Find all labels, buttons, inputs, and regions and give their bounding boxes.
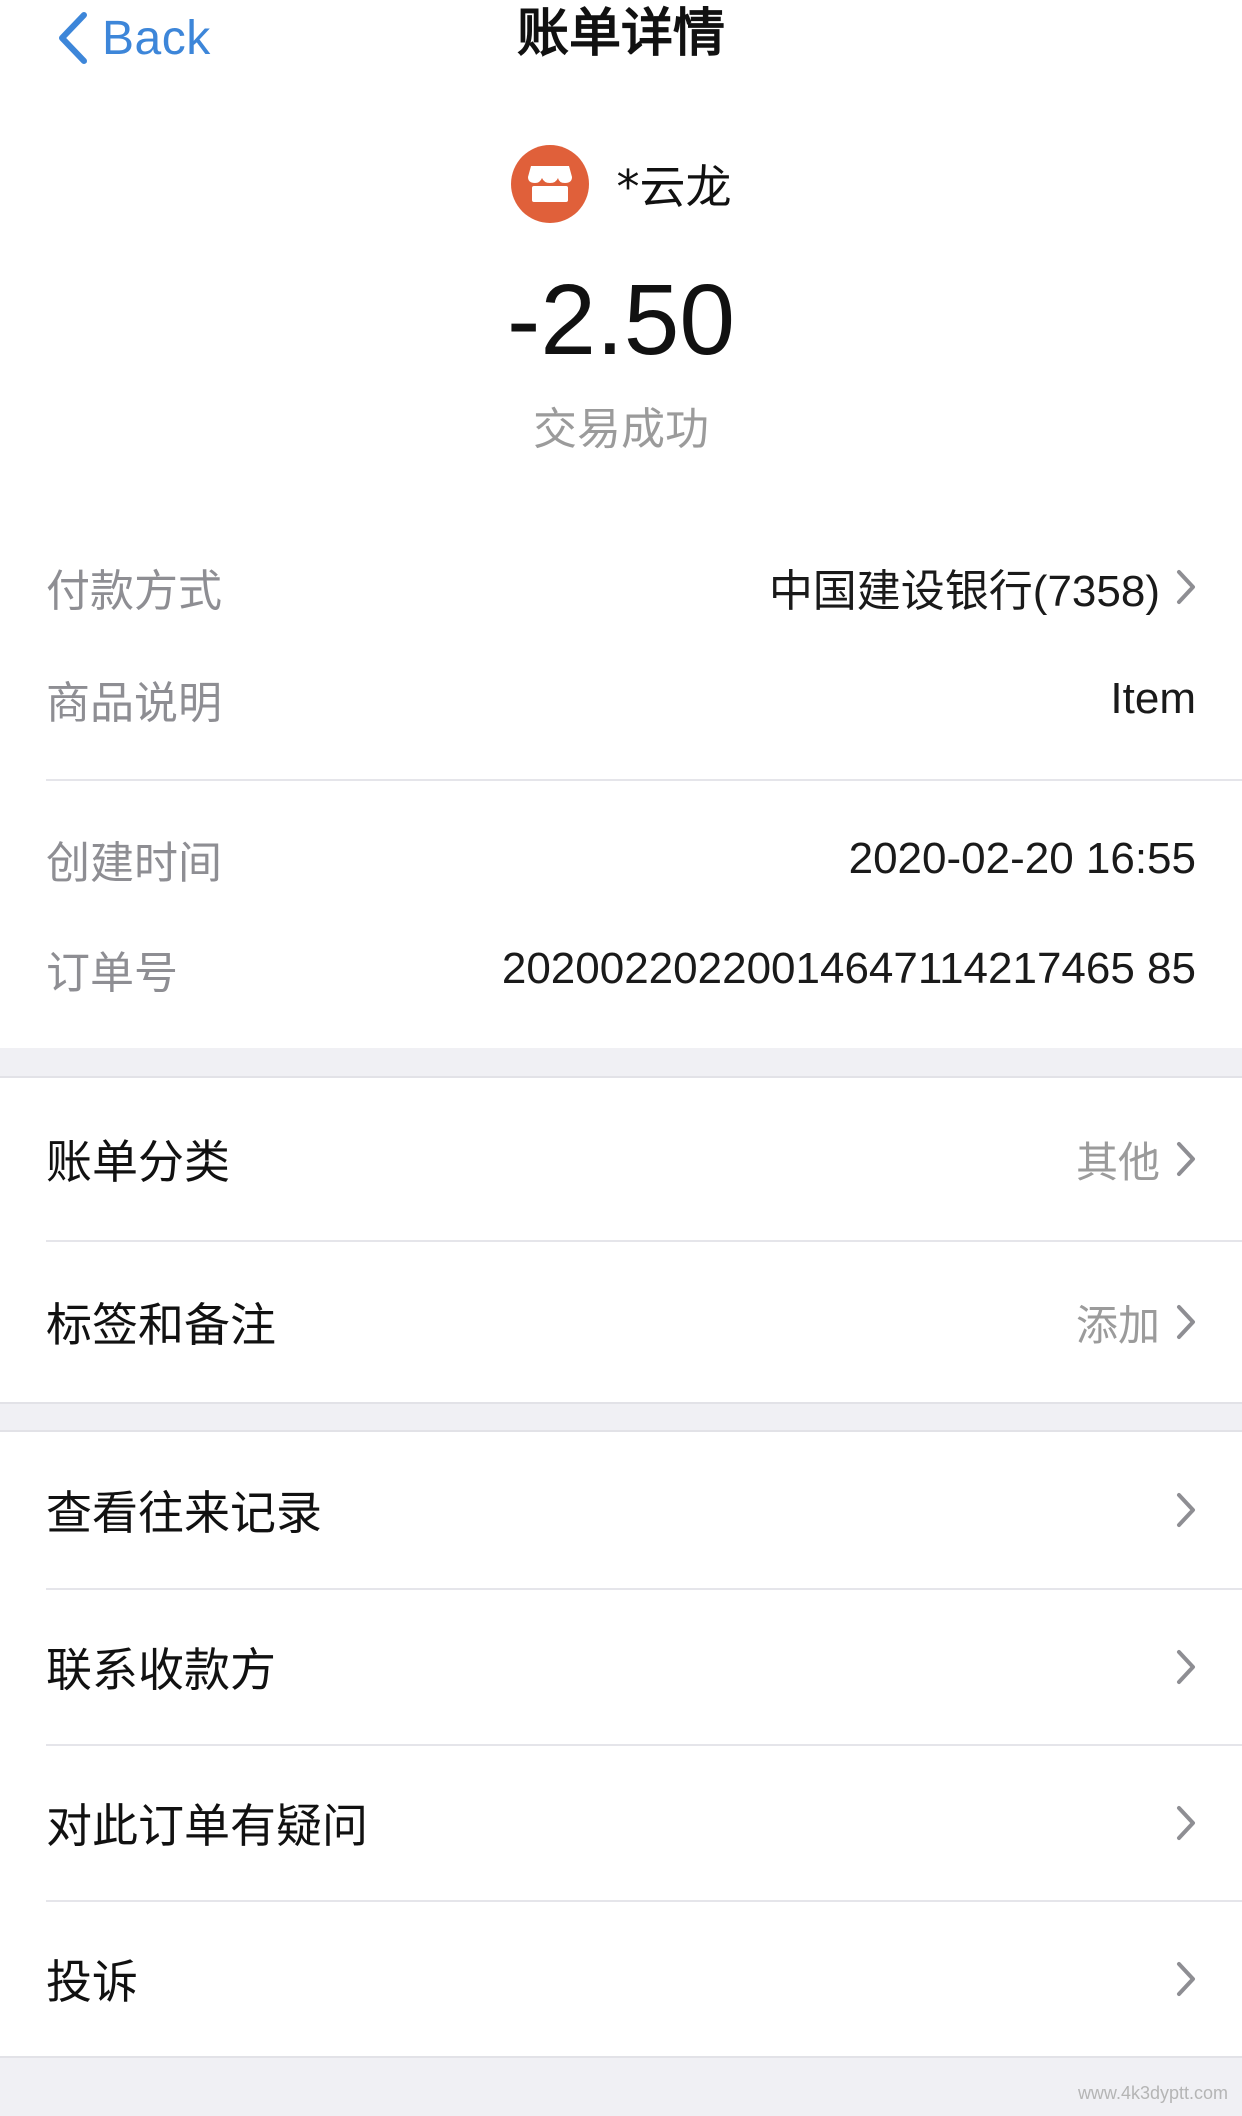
merchant-info: *云龙 <box>0 145 1242 223</box>
watermark: www.4k3dyptt.com <box>1077 2083 1228 2103</box>
tags-notes-cell[interactable]: 标签和备注 添加 <box>46 1242 1196 1402</box>
actions-section: 查看往来记录 联系收款方 对此订单有疑问 投诉 <box>0 1430 1242 2058</box>
item-description-value: Item <box>1110 674 1196 723</box>
page-title: 账单详情 <box>516 4 725 64</box>
complaint-label: 投诉 <box>46 1955 138 2009</box>
chevron-right-icon <box>1177 1493 1195 1527</box>
chevron-right-icon <box>1177 1962 1195 1996</box>
order-number-value: 20200220220014647114217465 85 <box>501 944 1196 993</box>
chevron-right-icon <box>1177 1806 1195 1840</box>
bill-category-cell[interactable]: 账单分类 其他 <box>46 1078 1196 1240</box>
tags-notes-label: 标签和备注 <box>46 1298 276 1352</box>
chevron-right-icon <box>1177 1650 1195 1684</box>
bill-header-panel: Back 账单详情 *云龙 -2.50 交易成功 付款方式 中国建设银行(735… <box>0 0 1242 1048</box>
created-time-label: 创建时间 <box>46 838 222 889</box>
bill-category-value: 其他 <box>1075 1137 1160 1187</box>
complaint-cell[interactable]: 投诉 <box>46 1902 1196 2056</box>
contact-payee-label: 联系收款方 <box>46 1643 276 1697</box>
chevron-right-icon <box>1177 1305 1195 1339</box>
item-description-row: 商品说明 Item <box>46 664 1196 734</box>
store-icon <box>510 145 589 223</box>
tags-notes-value: 添加 <box>1075 1300 1160 1350</box>
bill-category-label: 账单分类 <box>46 1135 230 1189</box>
transaction-amount: -2.50 <box>507 264 735 376</box>
transaction-status: 交易成功 <box>533 404 709 455</box>
item-description-label: 商品说明 <box>46 678 222 729</box>
order-number-label: 订单号 <box>46 948 178 999</box>
bill-settings-section: 账单分类 其他 标签和备注 添加 <box>0 1076 1242 1404</box>
order-question-cell[interactable]: 对此订单有疑问 <box>46 1746 1196 1900</box>
created-time-value: 2020-02-20 16:55 <box>848 834 1196 883</box>
divider <box>46 779 1242 781</box>
order-question-label: 对此订单有疑问 <box>46 1799 368 1853</box>
view-history-cell[interactable]: 查看往来记录 <box>46 1432 1196 1588</box>
payment-method-label: 付款方式 <box>46 566 222 617</box>
view-history-label: 查看往来记录 <box>46 1486 322 1540</box>
contact-payee-cell[interactable]: 联系收款方 <box>46 1590 1196 1744</box>
chevron-right-icon <box>1177 1142 1195 1176</box>
payment-method-value: 中国建设银行(7358) <box>768 567 1160 616</box>
payment-method-row[interactable]: 付款方式 中国建设银行(7358) <box>46 552 1196 622</box>
chevron-right-icon <box>1177 570 1195 604</box>
merchant-name: *云龙 <box>616 160 732 214</box>
order-number-row: 订单号 20200220220014647114217465 85 <box>46 934 1196 1004</box>
created-time-row: 创建时间 2020-02-20 16:55 <box>46 824 1196 894</box>
